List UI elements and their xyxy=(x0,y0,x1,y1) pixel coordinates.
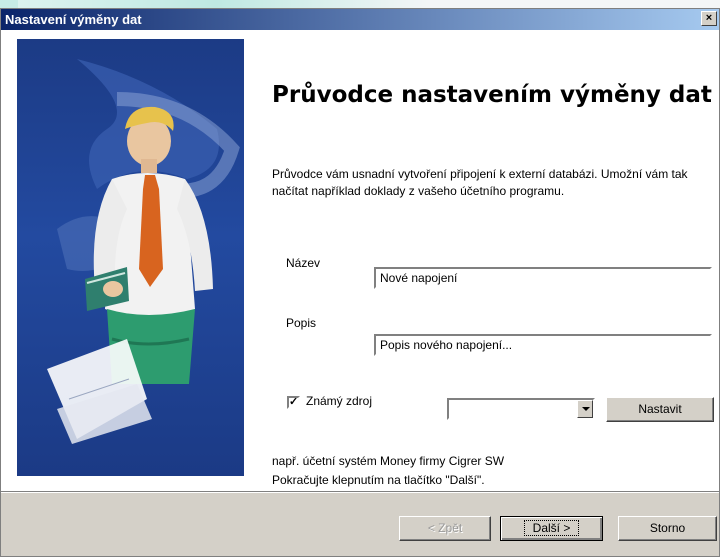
wizard-dialog: Nastavení výměny dat × Průvodce nastaven… xyxy=(0,8,720,557)
name-field[interactable] xyxy=(374,267,712,289)
hint-line-1: např. účetní systém Money firmy Cigrer S… xyxy=(272,454,505,468)
cancel-button[interactable]: Storno xyxy=(618,516,717,541)
next-button[interactable]: Další > xyxy=(500,516,603,541)
hint-line-2: Pokračujte klepnutím na tlačítko "Další"… xyxy=(272,473,485,487)
setup-button[interactable]: Nastavit xyxy=(606,397,714,422)
known-source-label[interactable]: Známý zdroj xyxy=(306,394,372,408)
back-button[interactable]: < Zpět xyxy=(399,516,491,541)
close-button[interactable]: × xyxy=(701,11,717,26)
wizard-heading: Průvodce nastavením výměny dat xyxy=(272,82,712,108)
known-source-checkbox[interactable]: ✓ xyxy=(287,396,300,409)
wizard-content: Průvodce nastavením výměny dat Průvodce … xyxy=(1,30,719,491)
name-label: Název xyxy=(286,256,321,270)
close-icon: × xyxy=(705,12,713,24)
checkmark-icon: ✓ xyxy=(289,396,299,408)
chevron-down-icon[interactable] xyxy=(577,400,593,418)
footer-separator xyxy=(1,491,719,493)
description-label: Popis xyxy=(286,316,317,330)
title-bar[interactable]: Nastavení výměny dat × xyxy=(1,9,719,30)
businessman-illustration xyxy=(47,59,240,444)
wizard-description: Průvodce vám usnadní vytvoření připojení… xyxy=(272,167,688,198)
known-source-select[interactable] xyxy=(447,398,595,420)
next-button-label: Další > xyxy=(523,520,580,536)
window-title: Nastavení výměny dat xyxy=(5,12,142,27)
description-field[interactable] xyxy=(374,334,712,356)
wizard-illustration xyxy=(17,39,244,476)
